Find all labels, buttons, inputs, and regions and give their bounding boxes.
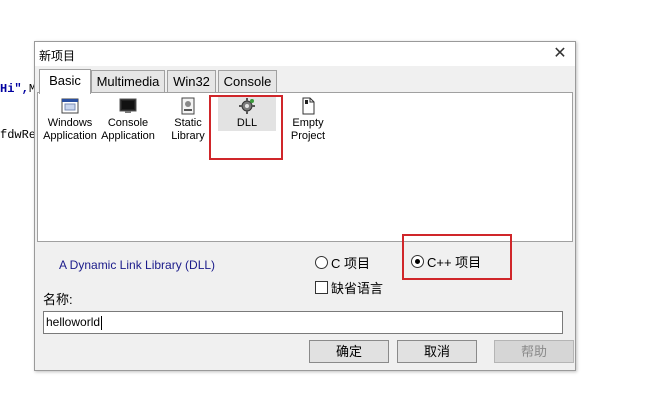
- background-code-line: Hi",M: [0, 82, 37, 96]
- empty-project-icon: [302, 97, 315, 115]
- tab-console[interactable]: Console: [218, 70, 277, 92]
- background-code-line: fdwRe: [0, 128, 37, 142]
- name-label: 名称:: [43, 292, 73, 307]
- project-windows-application[interactable]: Windows Application: [40, 97, 100, 143]
- default-language-checkbox[interactable]: 缺省语言: [315, 278, 383, 297]
- project-label: Empty: [292, 117, 324, 129]
- dll-highlight-box: [209, 95, 283, 160]
- project-type-panel: Windows Application Console Application …: [37, 92, 573, 242]
- radio-button[interactable]: [315, 256, 328, 269]
- cpp-highlight-box: [402, 234, 512, 280]
- project-label: Static: [174, 117, 202, 129]
- project-console-application[interactable]: Console Application: [98, 97, 158, 143]
- console-app-icon: [119, 98, 137, 113]
- checkbox-label: 缺省语言: [331, 281, 384, 296]
- name-value: helloworld: [46, 315, 101, 329]
- cancel-button[interactable]: 取消: [397, 340, 477, 363]
- project-description: A Dynamic Link Library (DLL): [59, 258, 216, 272]
- project-name-input[interactable]: helloworld: [43, 311, 563, 334]
- project-label: Library: [171, 130, 205, 142]
- project-label: Project: [290, 130, 326, 142]
- project-label: Application: [101, 130, 155, 142]
- tab-multimedia[interactable]: Multimedia: [91, 70, 165, 92]
- help-button[interactable]: 帮助: [494, 340, 574, 363]
- new-project-dialog: 新项目 ✕ Basic Multimedia Win32 Console Win…: [34, 41, 576, 371]
- checkbox[interactable]: [315, 281, 328, 294]
- ok-button[interactable]: 确定: [309, 340, 389, 363]
- windows-app-icon: [61, 98, 79, 114]
- project-label: Console: [107, 117, 149, 129]
- close-icon[interactable]: ✕: [551, 44, 569, 64]
- radio-label: C 项目: [331, 256, 371, 271]
- tab-basic[interactable]: Basic: [39, 69, 91, 94]
- project-label: Windows: [47, 117, 93, 129]
- radio-c-project[interactable]: C 项目: [315, 253, 370, 272]
- static-library-icon: [181, 97, 195, 115]
- tab-win32[interactable]: Win32: [167, 70, 216, 92]
- project-label: Application: [43, 130, 97, 142]
- title-bar: 新项目 ✕: [35, 42, 575, 66]
- dialog-title: 新项目: [39, 49, 76, 63]
- text-caret: [101, 315, 103, 330]
- project-empty-project[interactable]: Empty Project: [278, 97, 338, 143]
